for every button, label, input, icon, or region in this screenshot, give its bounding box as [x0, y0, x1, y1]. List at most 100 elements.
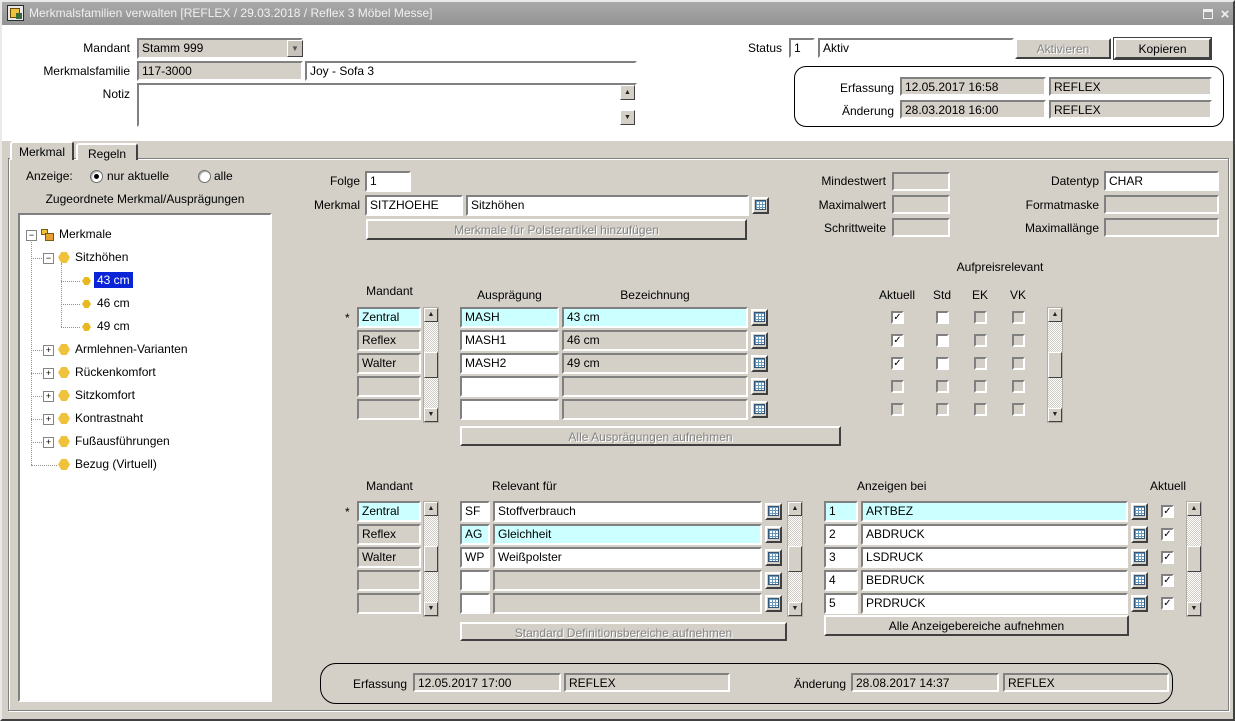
relevant-code-cell[interactable] [460, 593, 490, 614]
tree-item-49cm[interactable]: 49 cm [94, 318, 133, 334]
scroll-thumb[interactable] [1187, 546, 1201, 572]
lov-button[interactable] [765, 595, 782, 612]
status-code-field[interactable]: 1 [789, 38, 815, 58]
lov-button[interactable] [1131, 526, 1148, 543]
tree-item-43cm[interactable]: 43 cm [94, 272, 133, 288]
relevant-name-cell[interactable]: Gleichheit [493, 524, 762, 545]
mandant-cell[interactable] [357, 593, 421, 614]
aktuell-checkbox[interactable]: ✓ [1161, 597, 1174, 610]
tree-item-rueckenkomfort[interactable]: Rückenkomfort [72, 364, 159, 380]
scroll-up-icon[interactable] [1187, 502, 1201, 516]
alle-anzeigebereiche-button[interactable]: Alle Anzeigebereiche aufnehmen [824, 615, 1129, 636]
lov-button[interactable] [1131, 595, 1148, 612]
lov-button[interactable] [751, 332, 768, 349]
scroll-thumb[interactable] [424, 546, 438, 572]
tree-item-kontrastnaht[interactable]: Kontrastnaht [72, 410, 146, 426]
schrittweite-field[interactable] [892, 218, 950, 237]
mandant-cell[interactable] [357, 399, 421, 420]
radio-alle-label[interactable]: alle [214, 169, 233, 183]
tab-regeln[interactable]: Regeln [76, 143, 138, 160]
scroll-down-icon[interactable] [1048, 408, 1062, 422]
mandant-cell[interactable]: Walter [357, 353, 421, 374]
tree-expand-icon[interactable] [43, 345, 54, 356]
mandant-cell[interactable]: Walter [357, 547, 421, 568]
mandant-scrollbar[interactable] [423, 501, 439, 617]
status-text-field[interactable]: Aktiv [818, 38, 1014, 58]
merkmal-tree[interactable]: Merkmale Sitzhöhen 43 cm 46 cm 49 cm Arm… [18, 213, 272, 702]
auspraegung-cell[interactable] [460, 399, 559, 420]
anzeige-name-cell[interactable]: PRDRUCK [861, 593, 1128, 614]
maximallaenge-field[interactable] [1104, 218, 1219, 237]
auspraegung-cell[interactable] [460, 376, 559, 397]
lov-button[interactable] [765, 503, 782, 520]
radio-alle[interactable] [198, 170, 211, 183]
scroll-up-icon[interactable] [788, 502, 802, 516]
relevant-scrollbar[interactable] [787, 501, 803, 617]
titlebar[interactable]: Merkmalsfamilien verwalten [REFLEX / 29.… [2, 2, 1233, 25]
aktuell-checkbox[interactable]: ✓ [1161, 505, 1174, 518]
merkmal-code-field[interactable]: SITZHOEHE [365, 195, 463, 216]
merkmalsfamilie-name-field[interactable]: Joy - Sofa 3 [305, 61, 637, 81]
notiz-scroll-down-icon[interactable] [620, 110, 635, 125]
aktuell-checkbox[interactable]: ✓ [1161, 528, 1174, 541]
anzeige-nr-cell[interactable]: 2 [824, 524, 858, 545]
aktuell-checkbox[interactable]: ✓ [891, 334, 904, 347]
merkmalsfamilie-code-field[interactable]: 117-3000 [137, 61, 303, 81]
lov-button[interactable] [751, 378, 768, 395]
tree-item-merkmale[interactable]: Merkmale [56, 226, 115, 242]
notiz-input[interactable] [137, 83, 637, 127]
bezeichnung-cell[interactable] [562, 376, 748, 397]
mandant-cell[interactable]: Reflex [357, 330, 421, 351]
tree-item-sitzkomfort[interactable]: Sitzkomfort [72, 387, 138, 403]
lov-button[interactable] [765, 526, 782, 543]
tree-item-fussausfuehrungen[interactable]: Fußausführungen [72, 433, 173, 449]
tree-item-armlehnen[interactable]: Armlehnen-Varianten [72, 341, 191, 357]
maximalwert-field[interactable] [892, 195, 950, 214]
folge-field[interactable]: 1 [365, 171, 411, 192]
radio-nur-aktuelle-label[interactable]: nur aktuelle [107, 169, 169, 183]
scroll-down-icon[interactable] [1187, 602, 1201, 616]
mandant-cell[interactable] [357, 570, 421, 591]
kopieren-button[interactable]: Kopieren [1114, 38, 1211, 59]
lov-button[interactable] [751, 401, 768, 418]
auspraegung-cell[interactable]: MASH1 [460, 330, 559, 351]
tree-collapse-icon[interactable] [43, 253, 54, 264]
notiz-scroll-up-icon[interactable] [620, 85, 635, 100]
std-checkbox[interactable] [936, 334, 949, 347]
tab-merkmal[interactable]: Merkmal [10, 141, 74, 160]
lov-button[interactable] [765, 572, 782, 589]
scroll-up-icon[interactable] [424, 502, 438, 516]
relevant-code-cell[interactable]: AG [460, 524, 490, 545]
radio-nur-aktuelle[interactable] [90, 170, 103, 183]
tree-item-bezug[interactable]: Bezug (Virtuell) [72, 456, 160, 472]
anzeige-name-cell[interactable]: BEDRUCK [861, 570, 1128, 591]
anzeige-name-cell[interactable]: ARTBEZ [861, 501, 1128, 522]
scroll-down-icon[interactable] [424, 408, 438, 422]
relevant-name-cell[interactable]: Weißpolster [493, 547, 762, 568]
std-checkbox[interactable] [936, 357, 949, 370]
tree-expand-icon[interactable] [43, 368, 54, 379]
mandant-scrollbar[interactable] [423, 307, 439, 423]
lov-button[interactable] [1131, 503, 1148, 520]
mandant-cell[interactable] [357, 376, 421, 397]
mindestwert-field[interactable] [892, 172, 950, 191]
scroll-up-icon[interactable] [424, 308, 438, 322]
relevant-name-cell[interactable] [493, 593, 762, 614]
datentyp-field[interactable]: CHAR [1104, 171, 1219, 191]
tree-expand-icon[interactable] [43, 437, 54, 448]
std-checkbox[interactable] [936, 311, 949, 324]
close-icon[interactable] [1217, 6, 1233, 20]
scroll-down-icon[interactable] [788, 602, 802, 616]
anzeige-nr-cell[interactable]: 1 [824, 501, 858, 522]
anzeige-nr-cell[interactable]: 3 [824, 547, 858, 568]
anzeige-name-cell[interactable]: ABDRUCK [861, 524, 1128, 545]
tree-expand-icon[interactable] [43, 414, 54, 425]
lov-button[interactable] [751, 309, 768, 326]
auspraegung-cell[interactable]: MASH2 [460, 353, 559, 374]
mandant-field[interactable]: Stamm 999 [137, 38, 303, 59]
relevant-name-cell[interactable] [493, 570, 762, 591]
anzeige-nr-cell[interactable]: 5 [824, 593, 858, 614]
merkmal-lov-button[interactable] [752, 197, 769, 214]
relevant-code-cell[interactable]: SF [460, 501, 490, 522]
mandant-cell[interactable]: Reflex [357, 524, 421, 545]
